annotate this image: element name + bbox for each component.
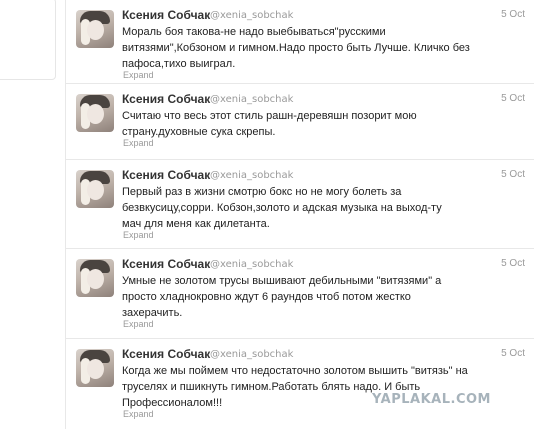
- tweet-author-handle[interactable]: @xenia_sobchak: [210, 349, 293, 360]
- tweet-author-name[interactable]: Ксения Собчак: [122, 168, 210, 182]
- tweet-date[interactable]: 5 Oct: [501, 258, 525, 269]
- user-avatar[interactable]: [76, 10, 114, 48]
- tweet-date[interactable]: 5 Oct: [501, 348, 525, 359]
- user-avatar[interactable]: [76, 170, 114, 208]
- tweet-author-name[interactable]: Ксения Собчак: [122, 8, 210, 22]
- tweet-author-name[interactable]: Ксения Собчак: [122, 92, 210, 106]
- tweet-author-handle[interactable]: @xenia_sobchak: [210, 259, 293, 270]
- tweet-item[interactable]: Ксения Собчак @xenia_sobchak 5 Oct Когда…: [66, 339, 534, 429]
- tweet-text: Первый раз в жизни смотрю бокс но не мог…: [122, 186, 442, 230]
- tweet-item[interactable]: Ксения Собчак @xenia_sobchak 5 Oct Морал…: [66, 0, 534, 84]
- tweet-author-name[interactable]: Ксения Собчак: [122, 347, 210, 361]
- tweet-text: Мораль боя такова-не надо выебываться"ру…: [122, 26, 470, 70]
- tweet-text: Умные не золотом трусы вышивают дебильны…: [122, 275, 442, 319]
- site-watermark: YAPLAKAL.COM: [372, 392, 491, 407]
- tweet-item[interactable]: Ксения Собчак @xenia_sobchak 5 Oct Первы…: [66, 160, 534, 249]
- tweet-text: Считаю что весь этот стиль рашн-деревяшн…: [122, 110, 417, 138]
- expand-link[interactable]: Expand: [123, 319, 154, 329]
- tweet-author-name[interactable]: Ксения Собчак: [122, 257, 210, 271]
- expand-link[interactable]: Expand: [123, 230, 154, 240]
- tweet-item[interactable]: Ксения Собчак @xenia_sobchak 5 Oct Счита…: [66, 84, 534, 160]
- tweet-date[interactable]: 5 Oct: [501, 9, 525, 20]
- user-avatar[interactable]: [76, 94, 114, 132]
- expand-link[interactable]: Expand: [123, 138, 154, 148]
- tweet-item[interactable]: Ксения Собчак @xenia_sobchak 5 Oct Умные…: [66, 249, 534, 339]
- tweet-author-handle[interactable]: @xenia_sobchak: [210, 94, 293, 105]
- user-avatar[interactable]: [76, 349, 114, 387]
- expand-link[interactable]: Expand: [123, 70, 154, 80]
- expand-link[interactable]: Expand: [123, 409, 154, 419]
- user-avatar[interactable]: [76, 259, 114, 297]
- profile-card-edge: [0, 0, 56, 80]
- tweet-date[interactable]: 5 Oct: [501, 93, 525, 104]
- left-column: [0, 0, 62, 429]
- tweet-author-handle[interactable]: @xenia_sobchak: [210, 10, 293, 21]
- tweet-author-handle[interactable]: @xenia_sobchak: [210, 170, 293, 181]
- tweet-date[interactable]: 5 Oct: [501, 169, 525, 180]
- tweet-timeline: Ксения Собчак @xenia_sobchak 5 Oct Морал…: [65, 0, 534, 429]
